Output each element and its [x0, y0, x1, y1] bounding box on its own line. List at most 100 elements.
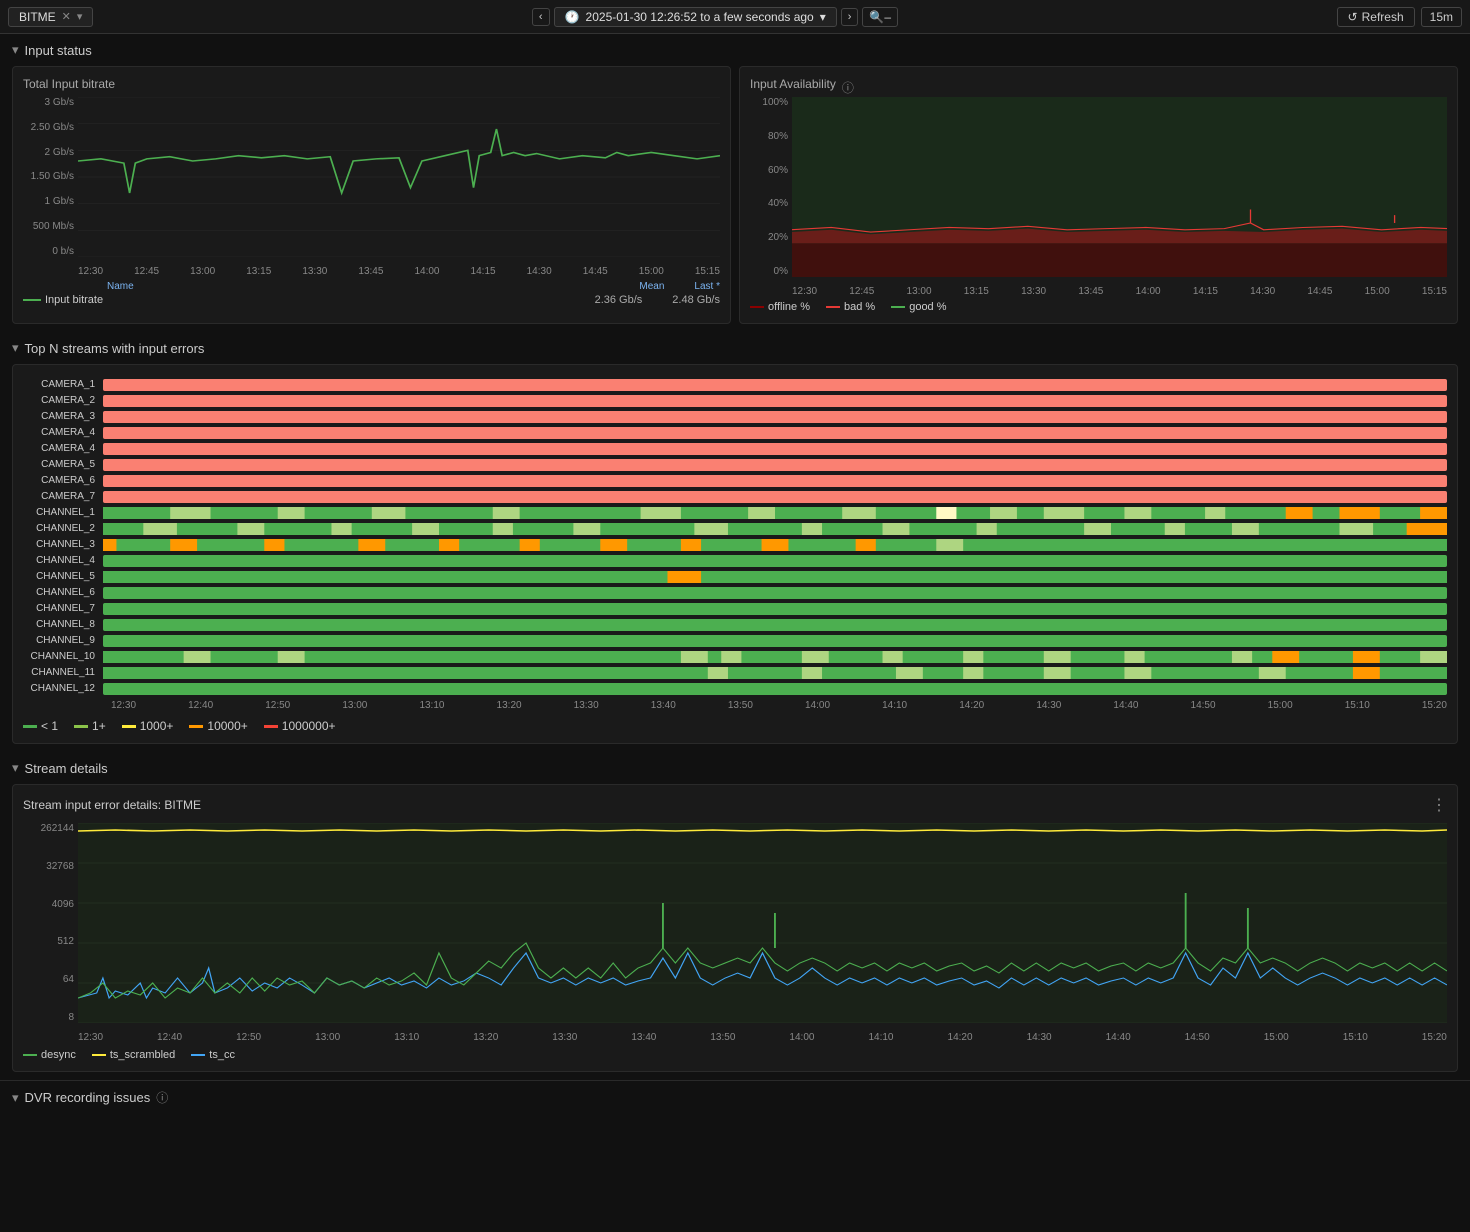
table-row: CHANNEL_8 — [23, 617, 1447, 632]
ts-scrambled-label: ts_scrambled — [110, 1049, 175, 1061]
dvr-label: DVR recording issues — [25, 1090, 151, 1105]
table-row: CAMERA_5 — [23, 457, 1447, 472]
table-row: CAMERA_4 — [23, 441, 1447, 456]
time-range-display[interactable]: 🕐 2025-01-30 12:26:52 to a few seconds a… — [554, 7, 837, 27]
streams-x-axis: 12:30 12:40 12:50 13:00 13:10 13:20 13:3… — [111, 700, 1447, 711]
table-row: CAMERA_4 — [23, 425, 1447, 440]
legend-lt1: < 1 — [23, 719, 58, 733]
stream-details-panel-header: Stream input error details: BITME ⋮ — [23, 795, 1447, 815]
bitme-tab[interactable]: BITME ✕ ▾ — [8, 7, 93, 27]
stream-details-label: Stream details — [25, 761, 108, 776]
table-row: CHANNEL_6 — [23, 585, 1447, 600]
table-row: CHANNEL_1 — [23, 505, 1447, 520]
stream-details-toggle[interactable]: ▾ — [12, 760, 19, 776]
legend-1plus: 1+ — [74, 719, 106, 733]
bitrate-panel: Total Input bitrate 3 Gb/s 2.50 Gb/s 2 G… — [12, 66, 731, 324]
top-n-label: Top N streams with input errors — [25, 341, 205, 356]
top-n-section: ▾ Top N streams with input errors CAMERA… — [0, 332, 1470, 752]
log-legend: desync ts_scrambled ts_cc — [23, 1049, 1447, 1061]
main-header: BITME ✕ ▾ ‹ 🕐 2025-01-30 12:26:52 to a f… — [0, 0, 1470, 34]
bitrate-x-axis: 12:30 12:45 13:00 13:15 13:30 13:45 14:0… — [78, 257, 720, 277]
table-row: CAMERA_2 — [23, 393, 1447, 408]
dvr-info-icon: ⓘ — [156, 1089, 168, 1106]
bad-legend-item: bad % — [826, 301, 875, 313]
top-n-header: ▾ Top N streams with input errors — [12, 340, 1458, 356]
legend-10000plus: 10000+ — [189, 719, 247, 733]
availability-panel: Input Availability ⓘ 100% 80% 60% 40% 20… — [739, 66, 1458, 324]
tab-menu-icon[interactable]: ▾ — [77, 10, 83, 23]
table-row: CHANNEL_2 — [23, 521, 1447, 536]
stream-details-section: ▾ Stream details Stream input error deta… — [0, 752, 1470, 1080]
streams-panel: CAMERA_1 CAMERA_2 CAMERA_3 CAMERA_4 CAME… — [12, 364, 1458, 744]
mean-col-header: Mean — [639, 281, 664, 292]
bitrate-series-row: Input bitrate 2.36 Gb/s 2.48 Gb/s — [23, 294, 720, 306]
streams-legend: < 1 1+ 1000+ 10000+ 1000000+ — [23, 719, 1447, 733]
stream-details-title: Stream input error details: BITME — [23, 798, 201, 812]
avail-chart-body — [792, 97, 1447, 277]
table-row: CHANNEL_11 — [23, 665, 1447, 680]
bitrate-legend-row: Name Mean Last * — [23, 281, 720, 292]
ts-cc-legend-item: ts_cc — [191, 1049, 235, 1061]
bitrate-series-label: Input bitrate — [45, 294, 103, 306]
interval-button[interactable]: 15m — [1421, 7, 1462, 27]
log-x-axis: 12:30 12:40 12:50 13:00 13:10 13:20 13:3… — [78, 1023, 1447, 1043]
bitrate-legend-color — [23, 299, 41, 301]
avail-panel-header: Input Availability ⓘ — [750, 77, 1447, 97]
header-center: ‹ 🕐 2025-01-30 12:26:52 to a few seconds… — [532, 7, 898, 27]
bitrate-chart-body — [78, 97, 720, 257]
top-n-toggle[interactable]: ▾ — [12, 340, 19, 356]
refresh-button[interactable]: ↺ Refresh — [1337, 7, 1415, 27]
table-row: CAMERA_3 — [23, 409, 1447, 424]
desync-legend-item: desync — [23, 1049, 76, 1061]
panel-menu-button[interactable]: ⋮ — [1431, 795, 1447, 815]
input-status-label: Input status — [25, 43, 92, 58]
table-row: CHANNEL_3 — [23, 537, 1447, 552]
next-nav-button[interactable]: › — [841, 8, 859, 26]
input-status-grid: Total Input bitrate 3 Gb/s 2.50 Gb/s 2 G… — [12, 66, 1458, 324]
log-y-axis: 262144 32768 4096 512 64 8 — [23, 823, 78, 1023]
header-right: ↺ Refresh 15m — [1337, 7, 1462, 27]
table-row: CHANNEL_7 — [23, 601, 1447, 616]
tab-label: BITME — [19, 10, 56, 24]
table-row: CHANNEL_12 — [23, 681, 1447, 696]
stream-details-header: ▾ Stream details — [12, 760, 1458, 776]
refresh-label: Refresh — [1362, 10, 1404, 24]
avail-y-axis: 100% 80% 60% 40% 20% 0% — [750, 97, 792, 277]
input-status-toggle[interactable]: ▾ — [12, 42, 19, 58]
legend-header: Name — [23, 281, 134, 292]
table-row: CAMERA_1 — [23, 377, 1447, 392]
bitrate-y-axis: 3 Gb/s 2.50 Gb/s 2 Gb/s 1.50 Gb/s 1 Gb/s… — [23, 97, 78, 257]
avail-legend: offline % bad % good % — [750, 301, 1447, 313]
ts-scrambled-legend-item: ts_scrambled — [92, 1049, 175, 1061]
bitrate-last: 2.48 Gb/s — [672, 294, 720, 306]
dvr-toggle[interactable]: ▾ — [12, 1090, 19, 1106]
good-legend-item: good % — [891, 301, 946, 313]
time-range-text: 2025-01-30 12:26:52 to a few seconds ago — [586, 10, 814, 24]
table-row: CAMERA_7 — [23, 489, 1447, 504]
input-status-header: ▾ Input status — [12, 42, 1458, 58]
avail-info-icon: ⓘ — [842, 79, 854, 96]
avail-x-axis: 12:30 12:45 13:00 13:15 13:30 13:45 14:0… — [792, 277, 1447, 297]
table-row: CHANNEL_9 — [23, 633, 1447, 648]
time-range-chevron: ▾ — [820, 10, 826, 24]
bitrate-values: 2.36 Gb/s 2.48 Gb/s — [595, 294, 720, 306]
stream-details-panel: Stream input error details: BITME ⋮ 2621… — [12, 784, 1458, 1072]
offline-legend-item: offline % — [750, 301, 810, 313]
tab-close-icon[interactable]: ✕ — [62, 10, 71, 23]
bitrate-legend-item: Input bitrate — [23, 294, 103, 306]
log-chart: 262144 32768 4096 512 64 8 — [23, 823, 1447, 1043]
table-row: CHANNEL_4 — [23, 553, 1447, 568]
last-col-header: Last * — [694, 281, 720, 292]
zoom-out-button[interactable]: 🔍– — [862, 7, 898, 27]
table-row: CAMERA_6 — [23, 473, 1447, 488]
bitrate-chart: 3 Gb/s 2.50 Gb/s 2 Gb/s 1.50 Gb/s 1 Gb/s… — [23, 97, 720, 277]
prev-nav-button[interactable]: ‹ — [532, 8, 550, 26]
avail-chart: 100% 80% 60% 40% 20% 0% — [750, 97, 1447, 297]
dvr-section: ▾ DVR recording issues ⓘ — [0, 1080, 1470, 1114]
log-chart-body — [78, 823, 1447, 1023]
dvr-header[interactable]: ▾ DVR recording issues ⓘ — [12, 1089, 1458, 1106]
header-left: BITME ✕ ▾ — [8, 7, 93, 27]
table-row: CHANNEL_10 — [23, 649, 1447, 664]
bitrate-title: Total Input bitrate — [23, 77, 720, 91]
clock-icon: 🕐 — [565, 10, 580, 24]
